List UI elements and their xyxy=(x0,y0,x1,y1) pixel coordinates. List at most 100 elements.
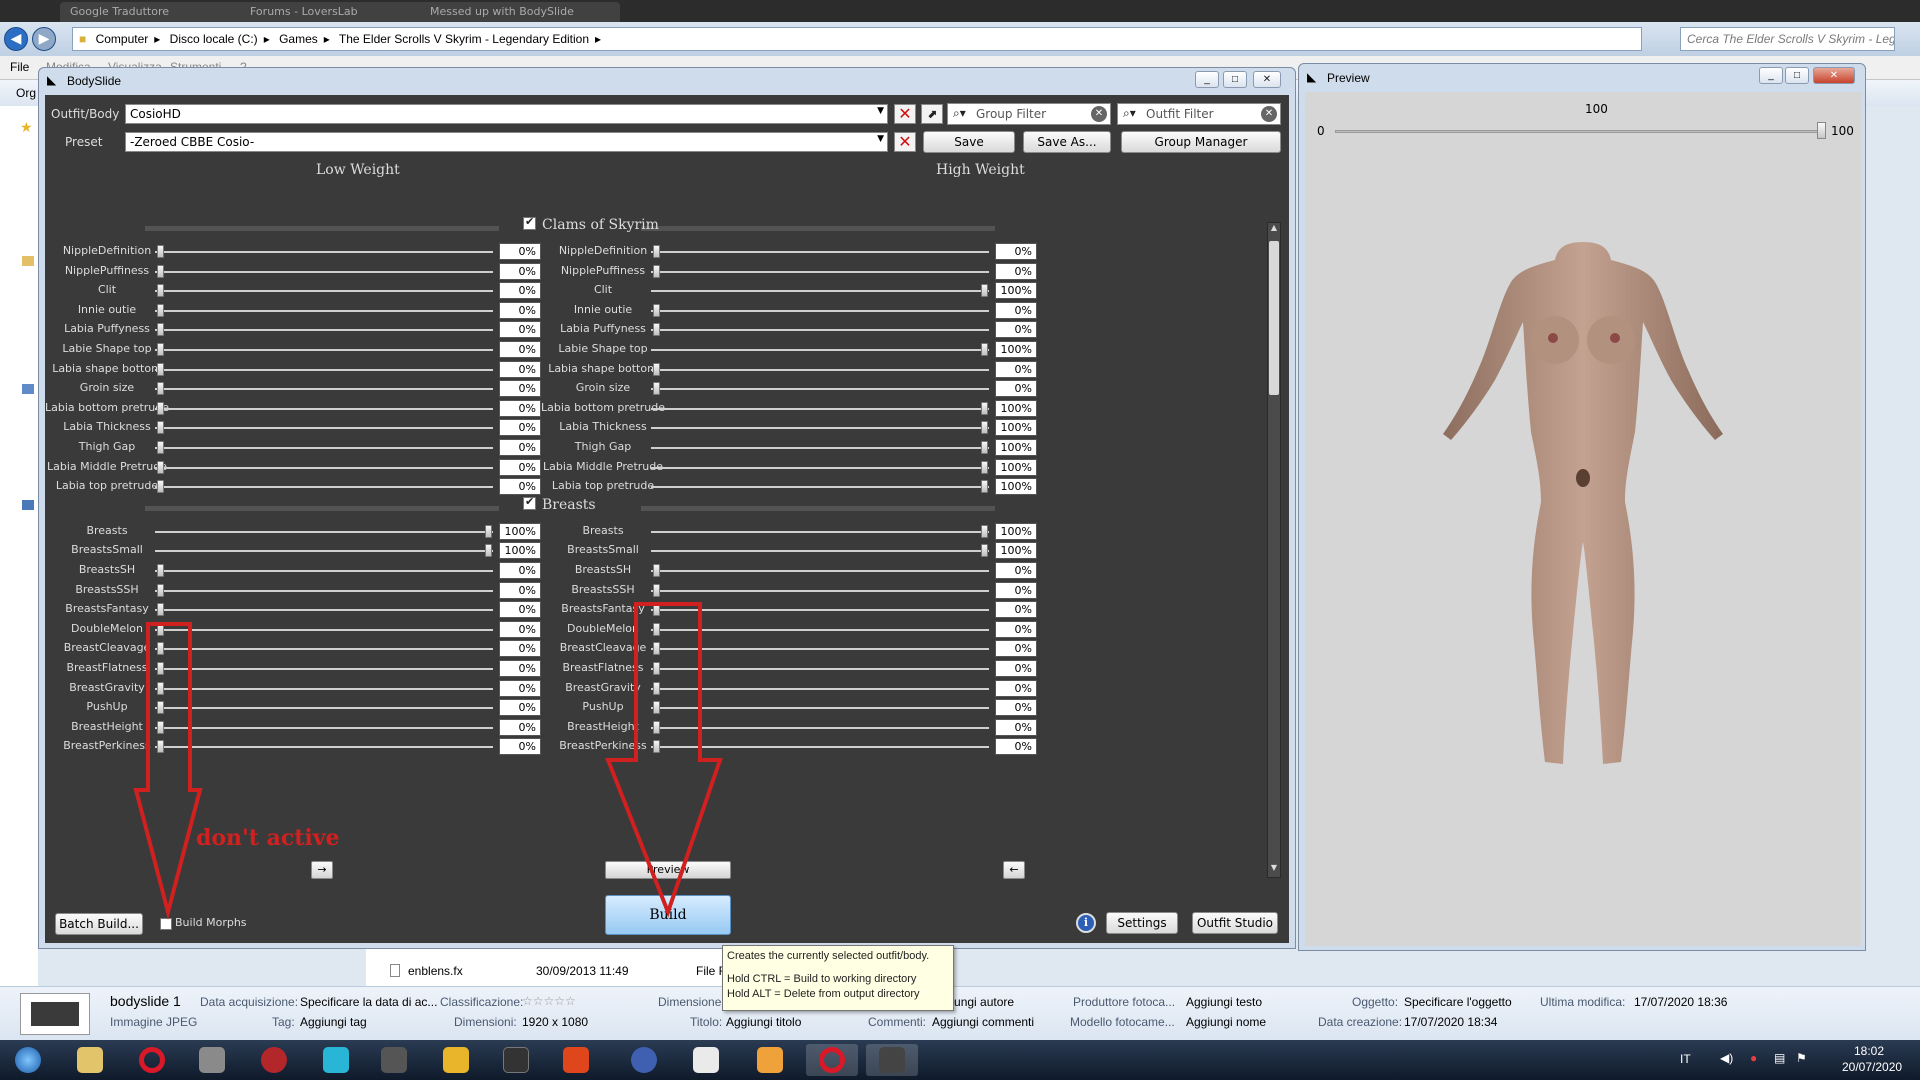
details-value[interactable]: Aggiungi tag xyxy=(300,1015,367,1029)
slider-thumb-low[interactable] xyxy=(157,362,164,376)
preview-button[interactable]: Preview xyxy=(605,861,731,879)
body-model[interactable] xyxy=(1433,242,1733,792)
slider-track-low[interactable] xyxy=(155,668,493,670)
slider-track-low[interactable] xyxy=(155,648,493,651)
address-bar[interactable]: ■ Computer ▸ Disco locale (C:) ▸ Games ▸ Th… xyxy=(72,27,1642,51)
slider-value-low[interactable]: 0% xyxy=(499,243,541,260)
scroll-down-icon[interactable]: ▼ xyxy=(1268,863,1280,877)
details-value[interactable]: Aggiungi testo xyxy=(1186,995,1262,1009)
slider-thumb-low[interactable] xyxy=(157,264,164,278)
slider-track-low[interactable] xyxy=(155,270,493,273)
slider-value-high[interactable]: 100% xyxy=(995,478,1037,496)
slider-track-low[interactable] xyxy=(155,687,493,690)
info-icon[interactable]: i xyxy=(1076,913,1096,933)
close-button[interactable]: ✕ xyxy=(1813,67,1855,84)
slider-value-low[interactable]: 0% xyxy=(499,478,541,496)
breadcrumb-item[interactable]: Computer xyxy=(96,32,149,46)
slider-thumb-high[interactable] xyxy=(653,642,660,656)
network-tray-icon[interactable]: ▤ xyxy=(1774,1051,1785,1065)
forward-button[interactable]: ▶ xyxy=(32,27,56,51)
slider-value-low[interactable]: 0% xyxy=(499,562,541,579)
slider-value-low[interactable]: 0% xyxy=(499,581,541,599)
slider-thumb-low[interactable] xyxy=(157,401,164,415)
slider-value-high[interactable]: 100% xyxy=(995,439,1037,456)
search-input[interactable]: Cerca The Elder Scrolls V Skyrim - Leg..… xyxy=(1680,27,1895,51)
slider-track-high[interactable] xyxy=(651,570,989,572)
slider-track-high[interactable] xyxy=(651,550,989,553)
file-name[interactable]: enblens.fx xyxy=(408,964,463,978)
clear-preset-button[interactable]: ✕ xyxy=(894,132,916,152)
close-button[interactable]: ✕ xyxy=(1253,71,1281,88)
slider-value-low[interactable]: 0% xyxy=(499,301,541,319)
taskbar-app[interactable] xyxy=(430,1044,482,1076)
slider-value-high[interactable]: 0% xyxy=(995,262,1037,280)
slider-thumb-high[interactable] xyxy=(653,362,660,376)
details-value[interactable]: Aggiungi commenti xyxy=(932,1015,1034,1029)
slider-thumb-low[interactable] xyxy=(157,583,164,597)
details-value[interactable]: Specificare la data di ac... xyxy=(300,995,437,1009)
minimize-button[interactable]: _ xyxy=(1195,71,1219,88)
slider-track-low[interactable] xyxy=(155,309,493,312)
slider-track-low[interactable] xyxy=(155,609,493,612)
slider-track-high[interactable] xyxy=(651,746,989,749)
slider-value-high[interactable]: 100% xyxy=(995,282,1037,300)
slider-value-low[interactable]: 0% xyxy=(499,380,541,398)
taskbar-app[interactable] xyxy=(550,1044,602,1076)
slider-track-low[interactable] xyxy=(155,290,493,293)
slider-track-high[interactable] xyxy=(651,687,989,690)
slider-track-high[interactable] xyxy=(651,486,989,489)
slider-track-low[interactable] xyxy=(155,628,493,631)
taskbar-app[interactable] xyxy=(618,1044,670,1076)
scroll-up-icon[interactable]: ▲ xyxy=(1268,223,1280,237)
slider-thumb-low[interactable] xyxy=(157,740,164,754)
slider-thumb-low[interactable] xyxy=(157,720,164,734)
slider-thumb-low[interactable] xyxy=(485,524,492,538)
slider-track-low[interactable] xyxy=(155,530,493,533)
slider-scrollbar[interactable]: ▲ ▼ xyxy=(1267,222,1281,878)
save-as-button[interactable]: Save As... xyxy=(1023,131,1111,153)
taskbar-app[interactable] xyxy=(680,1044,732,1076)
slider-track-high[interactable] xyxy=(651,427,989,430)
taskbar-app[interactable] xyxy=(248,1044,300,1076)
slider-track-high[interactable] xyxy=(651,628,989,631)
slider-value-high[interactable]: 0% xyxy=(995,620,1037,638)
slider-track-low[interactable] xyxy=(155,368,493,371)
slider-value-low[interactable]: 0% xyxy=(499,262,541,280)
slider-value-low[interactable]: 0% xyxy=(499,601,541,619)
slider-track-high[interactable] xyxy=(651,309,989,312)
outfit-link-button[interactable]: ⬈ xyxy=(921,104,943,124)
group-checkbox[interactable] xyxy=(523,215,536,230)
clock-time[interactable]: 18:02 xyxy=(1854,1044,1884,1058)
clear-outfit-button[interactable]: ✕ xyxy=(894,104,916,124)
slider-value-high[interactable]: 100% xyxy=(995,458,1037,476)
slider-value-low[interactable]: 0% xyxy=(499,738,541,756)
slider-track-low[interactable] xyxy=(155,486,493,489)
slider-track-low[interactable] xyxy=(155,466,493,469)
slider-thumb-low[interactable] xyxy=(157,642,164,656)
slider-thumb-high[interactable] xyxy=(653,622,660,636)
slider-value-high[interactable]: 100% xyxy=(995,341,1037,358)
slider-thumb-low[interactable] xyxy=(157,662,164,675)
slider-thumb-high[interactable] xyxy=(653,323,660,337)
slider-track-high[interactable] xyxy=(651,251,989,253)
slider-track-low[interactable] xyxy=(155,388,493,391)
slider-track-low[interactable] xyxy=(155,726,493,729)
slider-thumb-low[interactable] xyxy=(157,323,164,337)
slider-track-low[interactable] xyxy=(155,707,493,710)
group-filter-input[interactable]: ⌕▾ Group Filter ✕ xyxy=(947,103,1111,125)
slider-thumb-low[interactable] xyxy=(485,544,492,558)
slider-thumb-low[interactable] xyxy=(157,245,164,258)
slider-track-high[interactable] xyxy=(651,609,989,612)
slider-thumb-high[interactable] xyxy=(653,681,660,695)
slider-value-high[interactable]: 0% xyxy=(995,660,1037,677)
slider-value-high[interactable]: 0% xyxy=(995,301,1037,319)
slider-value-high[interactable]: 0% xyxy=(995,321,1037,339)
clear-filter-icon[interactable]: ✕ xyxy=(1091,106,1107,122)
slider-value-low[interactable]: 0% xyxy=(499,458,541,476)
browser-tab[interactable]: Forums - LoversLab xyxy=(240,2,440,22)
slider-track-high[interactable] xyxy=(651,407,989,410)
slider-value-high[interactable]: 0% xyxy=(995,601,1037,619)
slider-thumb-high[interactable] xyxy=(653,662,660,675)
slider-track-low[interactable] xyxy=(155,251,493,253)
clock-date[interactable]: 20/07/2020 xyxy=(1842,1060,1902,1074)
